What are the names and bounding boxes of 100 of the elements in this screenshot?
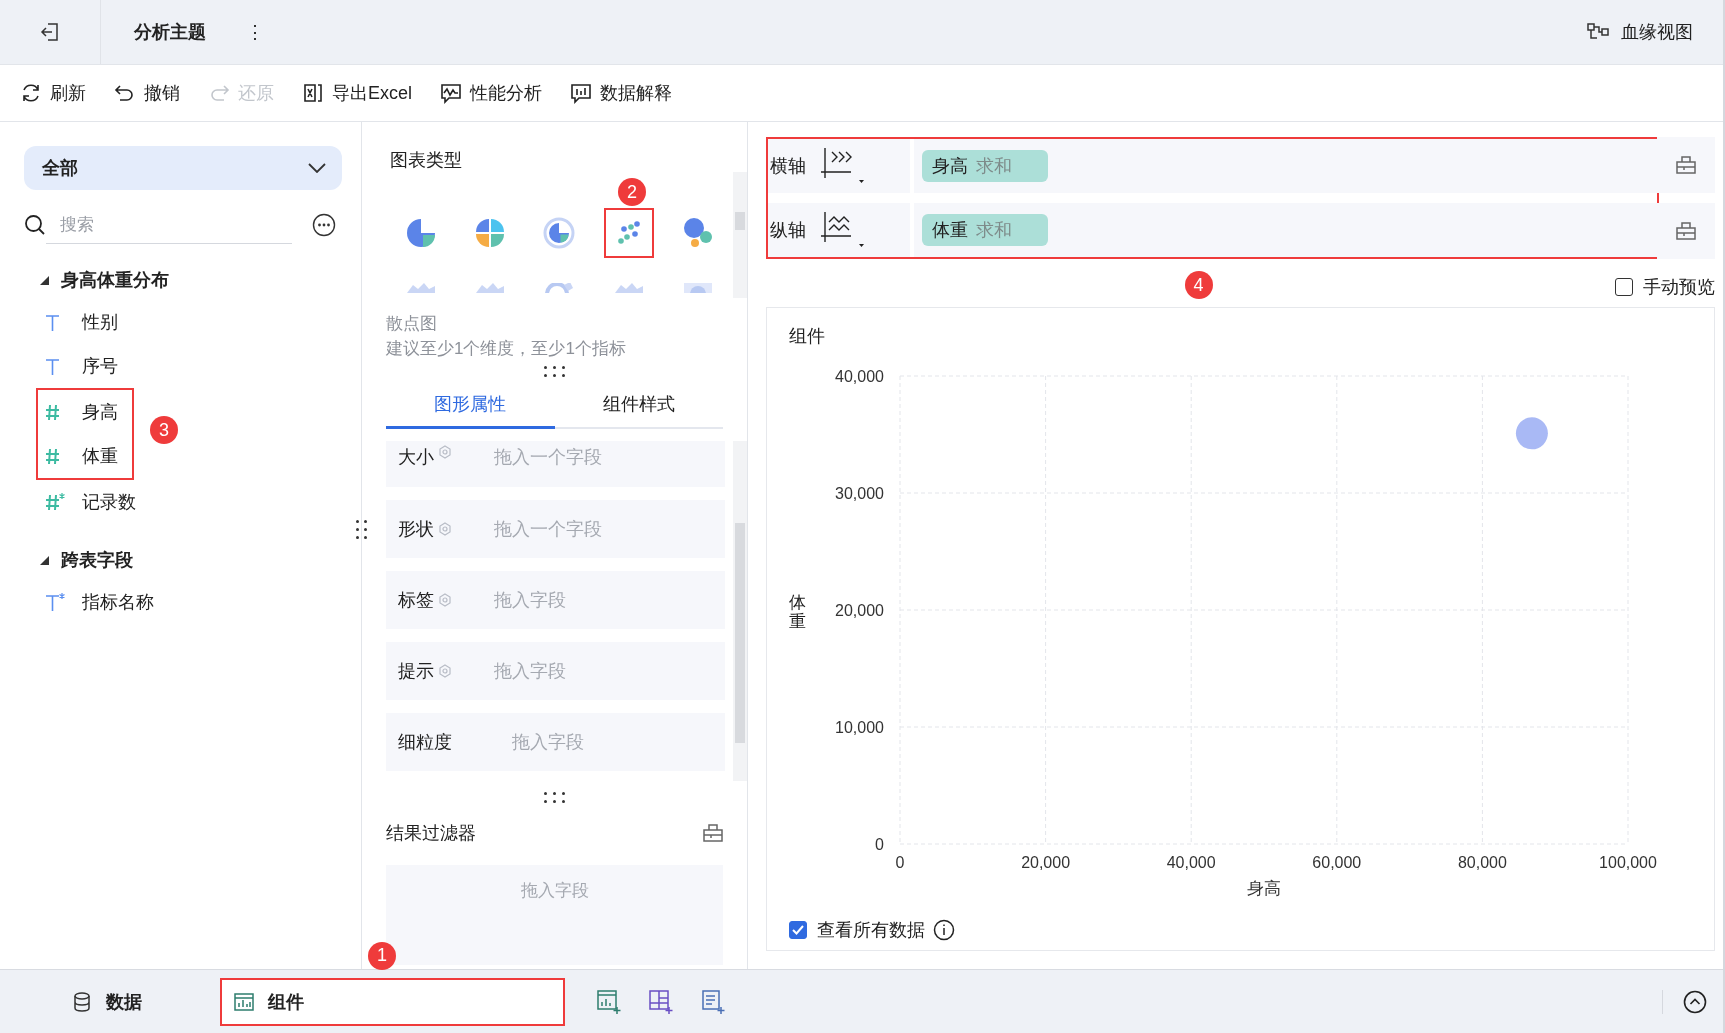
section-title: 结果过滤器 [386,822,476,845]
property-label: 标签 [398,589,434,612]
info-icon[interactable] [933,919,955,941]
property-label: 形状 [398,518,434,541]
property-label: 大小 [398,446,434,469]
resize-handle[interactable] [544,792,565,803]
resize-handle[interactable] [544,366,565,377]
field-pill[interactable]: 身高 求和 [922,150,1048,182]
field-item[interactable]: 记录数 [24,480,136,524]
axis-label: 横轴 [770,155,806,178]
tick-label: 40,000 [835,368,884,385]
refresh-icon [20,82,42,104]
bottom-tab[interactable]: 数据 [0,977,142,1026]
page-title: 分析主题 [134,21,206,44]
tick-label: 20,000 [1021,854,1071,871]
horizontal-axis-icon[interactable] [820,146,864,186]
widget-title: 组件 [789,325,826,348]
bottom-tab[interactable]: 组件 [222,979,563,1024]
field-item[interactable]: 指标名称 [24,580,154,624]
spreadsheet-icon [302,82,324,104]
tree-group[interactable]: 身高体重分布 [40,268,169,292]
tick-label: 60,000 [1312,854,1362,871]
data-point[interactable] [1515,417,1548,450]
tick-label: 20,000 [835,602,884,619]
axis-label: 纵轴 [770,219,806,242]
toolbar-button[interactable]: 导出Excel [302,81,412,105]
tick-label: 80,000 [1457,854,1507,871]
database-icon [72,991,92,1012]
vertical-axis-icon[interactable] [820,210,864,250]
chevron-down-icon [308,163,326,173]
axis-drop-zone[interactable]: 体重 求和 [914,203,1657,257]
show-all-data-checkbox[interactable]: 查看所有数据 [789,918,925,942]
briefcase-icon[interactable] [1676,222,1696,240]
briefcase-icon[interactable] [1676,156,1696,174]
axis-title: 体重 [789,594,806,632]
redo-icon [208,82,230,104]
annotation-badge: 1 [368,941,396,970]
tick-label: 10,000 [835,719,884,736]
property-drop-zone[interactable]: 细粒度 拖入字段 [386,713,725,771]
annotation-badge: 2 [617,178,646,206]
axis-drop-zone[interactable]: 身高 求和 [914,139,1657,193]
bar-chart-icon [234,991,254,1012]
lineage-icon [1587,23,1609,41]
annotation-badge: 4 [1184,271,1213,299]
toolbar-button[interactable]: 数据解释 [570,81,672,105]
resize-handle[interactable] [356,520,367,539]
tick-label: 0 [875,836,884,853]
search-field[interactable]: 搜索 [46,206,292,244]
bar-chart-icon [570,82,592,104]
tick-label: 40,000 [1166,854,1216,871]
calculated-text-icon [44,592,66,612]
caret-icon [40,555,49,565]
field-item[interactable]: 序号 [24,344,118,388]
drop-placeholder: 拖入字段 [494,660,566,683]
add-chart-icon[interactable] [597,988,623,1015]
exit-icon[interactable] [39,21,61,43]
tick-label: 100,000 [1599,854,1657,871]
briefcase-icon[interactable] [703,824,723,842]
axis-title: 身高 [1247,879,1281,898]
drop-placeholder: 拖入一个字段 [494,446,602,469]
collapse-icon[interactable] [1683,989,1707,1014]
drop-placeholder: 拖入字段 [494,589,566,612]
field-pill[interactable]: 体重 求和 [922,214,1048,246]
property-drop-zone[interactable]: 形状 拖入一个字段 [386,500,725,558]
ring-chart-icon [542,216,577,250]
property-drop-zone[interactable]: 提示 拖入字段 [386,642,725,700]
lineage-view-button[interactable]: 血缘视图 [1587,20,1693,44]
property-drop-zone[interactable]: 大小 拖入一个字段 [386,441,725,487]
chart-type-hint: 建议至少1个维度，至少1个指标 [386,338,627,360]
add-text-icon[interactable] [701,988,727,1015]
property-label: 细粒度 [398,731,452,754]
field-item[interactable]: 身高 [38,390,118,434]
toolbar-button[interactable]: 刷新 [20,81,86,105]
scrollbar[interactable] [733,172,747,298]
tab[interactable]: 图形属性 [386,381,555,429]
scrollbar[interactable] [733,441,747,781]
more-menu-button[interactable]: ⋮ [242,21,268,43]
tree-group[interactable]: 跨表字段 [40,548,133,572]
tab[interactable]: 组件样式 [554,381,723,429]
drop-placeholder: 拖入字段 [512,731,584,754]
calculated-number-icon [44,492,66,512]
undo-icon [114,82,136,104]
manual-preview-checkbox[interactable]: 手动预览 [1615,275,1715,299]
property-drop-zone[interactable]: 标签 拖入字段 [386,571,725,629]
drop-placeholder: 拖入一个字段 [494,518,602,541]
toolbar-button[interactable]: 性能分析 [440,81,542,105]
tick-label: 30,000 [835,485,884,502]
chart-line-icon [440,82,462,104]
chart-type-name: 散点图 [386,313,438,335]
toolbar-button[interactable]: 撤销 [114,81,180,105]
field-item[interactable]: 性别 [24,300,118,344]
tick-label: 0 [895,854,905,871]
more-options-icon[interactable] [312,213,336,237]
search-icon [24,214,46,236]
scope-dropdown[interactable]: 全部 [24,146,342,190]
property-label: 提示 [398,660,434,683]
section-title: 图表类型 [390,149,463,172]
add-table-icon[interactable] [649,988,675,1015]
caret-icon [40,275,49,285]
field-item[interactable]: 体重 [38,434,118,478]
